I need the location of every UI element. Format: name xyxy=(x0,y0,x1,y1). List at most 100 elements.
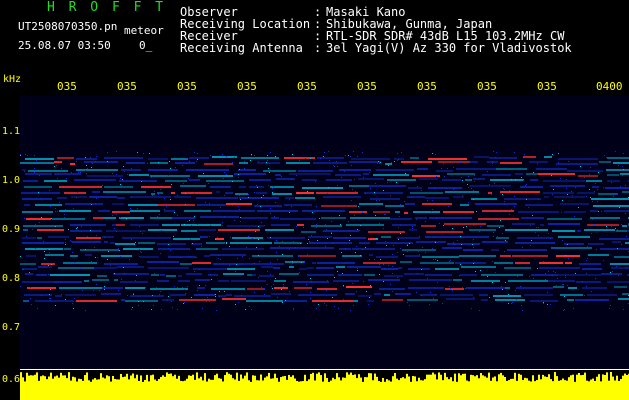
noise-speck xyxy=(502,194,503,195)
noise-speck xyxy=(164,198,165,199)
noise-speck xyxy=(264,225,265,226)
noise-speck xyxy=(91,204,92,205)
level-bar xyxy=(554,372,556,400)
level-bar xyxy=(384,381,386,400)
noise-speck xyxy=(350,266,351,267)
noise-speck xyxy=(298,193,299,194)
noise-speck xyxy=(425,221,426,222)
noise-speck xyxy=(550,238,551,239)
level-bar xyxy=(152,374,154,400)
noise-speck xyxy=(276,240,277,241)
level-bar xyxy=(462,373,464,400)
noise-speck xyxy=(444,176,445,177)
noise-speck xyxy=(505,282,506,283)
level-bar xyxy=(496,381,498,400)
noise-speck xyxy=(557,278,558,279)
level-bar xyxy=(284,375,286,400)
noise-speck xyxy=(170,250,171,251)
level-bar xyxy=(124,376,126,400)
noise-speck xyxy=(556,285,557,286)
noise-speck xyxy=(568,161,569,162)
noise-speck xyxy=(114,228,115,229)
noise-speck xyxy=(122,179,123,180)
noise-speck xyxy=(343,286,344,287)
noise-speck xyxy=(257,187,258,188)
noise-speck xyxy=(473,199,474,200)
noise-speck xyxy=(472,244,473,245)
noise-speck xyxy=(305,158,306,159)
noise-speck xyxy=(304,262,305,263)
noise-speck xyxy=(119,250,120,251)
level-bar xyxy=(154,379,156,400)
noise-speck xyxy=(560,178,561,179)
noise-speck xyxy=(266,162,267,163)
noise-speck xyxy=(25,154,26,155)
level-bar xyxy=(598,374,600,400)
noise-speck xyxy=(239,169,240,170)
noise-speck xyxy=(312,212,313,213)
noise-speck xyxy=(97,257,98,258)
level-bar xyxy=(504,376,506,400)
level-bar xyxy=(346,372,348,400)
level-bar xyxy=(26,372,28,400)
noise-speck xyxy=(369,172,370,173)
level-bar xyxy=(422,380,424,400)
noise-speck xyxy=(561,212,562,213)
noise-speck xyxy=(553,189,554,190)
x-tick-label: 035 xyxy=(237,80,257,93)
noise-speck xyxy=(267,284,268,285)
noise-speck xyxy=(295,171,296,172)
noise-speck xyxy=(619,207,620,208)
noise-speck xyxy=(114,279,115,280)
level-bar xyxy=(58,377,60,400)
level-bar xyxy=(352,375,354,400)
noise-speck xyxy=(363,177,364,178)
noise-speck xyxy=(487,171,488,172)
level-bar xyxy=(24,381,26,400)
level-bar xyxy=(258,380,260,400)
level-bar xyxy=(232,378,234,400)
level-bar xyxy=(488,372,490,400)
noise-speck xyxy=(44,251,45,252)
noise-speck xyxy=(261,222,262,223)
noise-speck xyxy=(224,195,225,196)
noise-speck xyxy=(362,249,363,250)
noise-speck xyxy=(65,244,66,245)
noise-speck xyxy=(480,226,481,227)
noise-speck xyxy=(130,208,131,209)
level-bar xyxy=(286,379,288,400)
noise-speck xyxy=(468,187,469,188)
level-bar xyxy=(260,374,262,400)
noise-speck xyxy=(479,231,480,232)
noise-speck xyxy=(357,270,358,271)
noise-speck xyxy=(48,274,49,275)
level-bar xyxy=(88,380,90,400)
noise-speck xyxy=(407,245,408,246)
noise-speck xyxy=(508,303,509,304)
noise-speck xyxy=(379,274,380,275)
noise-speck xyxy=(74,262,75,263)
noise-speck xyxy=(177,287,178,288)
noise-speck xyxy=(134,244,135,245)
noise-speck xyxy=(565,255,566,256)
level-bar xyxy=(338,377,340,400)
noise-speck xyxy=(50,300,51,301)
noise-speck xyxy=(520,286,521,287)
level-bar xyxy=(362,381,364,400)
noise-speck xyxy=(405,173,406,174)
level-bar xyxy=(32,375,34,400)
noise-speck xyxy=(504,251,505,252)
noise-speck xyxy=(85,249,86,250)
noise-speck xyxy=(310,278,311,279)
noise-speck xyxy=(315,211,316,212)
level-bar xyxy=(494,376,496,400)
level-bar xyxy=(322,381,324,400)
level-bar xyxy=(596,376,598,400)
level-bar xyxy=(340,380,342,400)
level-bar xyxy=(564,380,566,400)
level-bar xyxy=(92,379,94,400)
noise-speck xyxy=(259,261,260,262)
noise-speck xyxy=(448,206,449,207)
noise-speck xyxy=(292,154,293,155)
noise-speck xyxy=(80,172,81,173)
